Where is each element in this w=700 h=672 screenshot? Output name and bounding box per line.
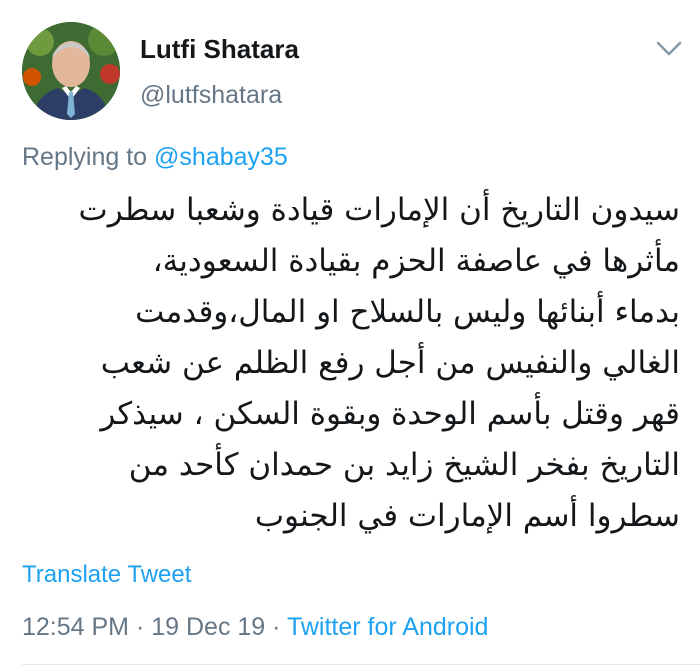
tweet-line: مأثرها في عاصفة الحزم بقيادة السعودية، — [152, 243, 680, 279]
meta-separator: · — [129, 613, 152, 641]
avatar-image — [22, 22, 120, 120]
tweet-line: سيدون التاريخ أن الإمارات قيادة وشعبا سط… — [78, 192, 680, 228]
tweet-time: 12:54 PM — [22, 613, 130, 641]
tweet-line: التاريخ بفخر الشيخ زايد بن حمدان كأحد من — [128, 447, 680, 483]
tweet-line: بدماء أبنائها وليس بالسلاح او المال،وقدم… — [135, 294, 680, 330]
meta-separator: · — [265, 613, 287, 641]
tweet-line: قهر وقتل بأسم الوحدة وبقوة السكن ، سيذكر — [100, 396, 680, 432]
author-name[interactable]: Lutfi Shatara — [140, 34, 299, 64]
avatar[interactable] — [22, 22, 120, 120]
tweet-line: الغالي والنفيس من أجل رفع الظلم عن شعب — [100, 345, 680, 381]
tweet-meta: 12:54 PM · 19 Dec 19 · Twitter for Andro… — [22, 612, 488, 642]
reply-mention-link[interactable]: @shabay35 — [154, 143, 288, 171]
replying-to: Replying to @shabay35 — [22, 142, 288, 172]
divider — [22, 664, 700, 665]
tweet-date: 19 Dec 19 — [151, 613, 266, 641]
translate-tweet-link[interactable]: Translate Tweet — [22, 560, 191, 590]
tweet-line: سطروا أسم الإمارات في الجنوب — [254, 498, 680, 534]
tweet-source-link[interactable]: Twitter for Android — [287, 613, 488, 641]
author-handle[interactable]: @lutfshatara — [140, 80, 282, 110]
chevron-down-icon[interactable] — [654, 38, 684, 60]
tweet-text: سيدون التاريخ أن الإمارات قيادة وشعبا سط… — [20, 185, 680, 542]
replying-prefix: Replying to — [22, 143, 155, 171]
